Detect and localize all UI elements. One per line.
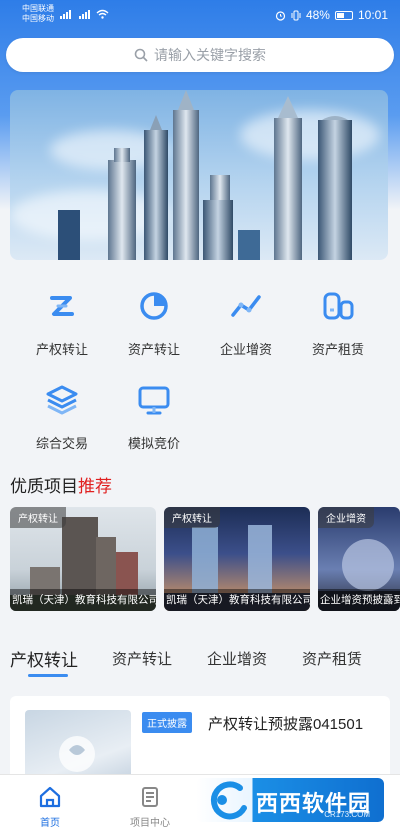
search-icon (134, 48, 148, 62)
z-transfer-icon (50, 296, 74, 316)
carrier-1: 中国联通 (22, 4, 54, 13)
watermark-subtext: CR173.COM (324, 810, 370, 819)
nav-label: 首页 (40, 818, 60, 829)
document-icon (142, 787, 158, 807)
skyline-illustration (58, 90, 352, 260)
grid-label: 企业增资 (219, 342, 272, 357)
grid-item-integrated-trade[interactable]: 综合交易 (16, 382, 108, 452)
carrier-2: 中国移动 (22, 14, 54, 23)
card-tag: 产权转让 (10, 507, 66, 528)
tab-asset-transfer[interactable]: 资产转让 (112, 648, 172, 669)
tab-equity-transfer[interactable]: 产权转让 (10, 646, 78, 671)
grid-item-asset-lease[interactable]: 资产租赁 (292, 288, 384, 358)
grid-label: 模拟竞价 (127, 436, 180, 451)
watermark-logo: 西西软件园 CR173.COM (196, 778, 384, 822)
grid-item-mock-bidding[interactable]: 模拟竞价 (108, 382, 200, 452)
featured-card[interactable]: 企业增资 企业增资预披露到 (318, 507, 400, 611)
card-caption: 凯瑞（天津）教育科技有限公司 (164, 589, 310, 611)
project-title: 产权转让预披露041501 (208, 716, 364, 733)
featured-card[interactable]: 产权转让 凯瑞（天津）教育科技有限公司 (164, 507, 310, 611)
card-caption: 凯瑞（天津）教育科技有限公司 (10, 589, 156, 611)
featured-title-highlight: 推荐 (78, 477, 112, 496)
grid-item-capital-increase[interactable]: 企业增资 (200, 288, 292, 358)
alarm-icon (275, 10, 286, 21)
featured-title: 优质项目推荐 (10, 472, 112, 497)
featured-carousel[interactable]: 产权转让 凯瑞（天津）教育科技有限公司 产权转让 凯瑞（天津）教育科技有限公司 … (10, 507, 400, 611)
banner-image[interactable] (10, 90, 388, 260)
nav-home[interactable]: 首页 (15, 785, 85, 829)
featured-title-main: 优质项目 (10, 477, 78, 496)
monitor-icon (138, 386, 170, 415)
trend-line-icon (231, 295, 261, 317)
carrier-info: 中国联通 中国移动 (22, 4, 54, 24)
status-bar: 中国联通 中国移动 48% 10:01 (0, 0, 400, 32)
nav-project-center[interactable]: 项目中心 (115, 785, 185, 829)
category-tabs: 产权转让 资产转让 企业增资 资产租赁 (10, 648, 400, 678)
grid-label: 综合交易 (35, 436, 88, 451)
card-tag: 企业增资 (318, 507, 374, 528)
grid-label: 资产租赁 (311, 342, 364, 357)
grid-item-equity-transfer[interactable]: 产权转让 (16, 288, 108, 358)
watermark-emblem-icon (210, 781, 247, 820)
featured-card[interactable]: 产权转让 凯瑞（天津）教育科技有限公司 (10, 507, 156, 611)
clock: 10:01 (357, 8, 388, 22)
search-placeholder: 请输入关键字搜索 (154, 47, 266, 63)
card-caption: 企业增资预披露到 (318, 589, 400, 611)
status-badge: 正式披露 (142, 712, 192, 733)
status-right: 48% 10:01 (275, 8, 388, 22)
building-icon (323, 292, 354, 320)
grid-label: 产权转让 (35, 342, 88, 357)
nav-label: 项目中心 (130, 818, 170, 829)
wifi-icon (96, 9, 109, 19)
vibrate-icon (291, 10, 301, 20)
tab-capital-increase[interactable]: 企业增资 (207, 648, 267, 669)
home-icon (39, 786, 61, 808)
pie-chart-icon (140, 292, 168, 320)
signal-icon (60, 9, 109, 19)
grid-label: 资产转让 (127, 342, 180, 357)
battery-icon (334, 10, 353, 20)
active-tab-indicator (28, 674, 68, 677)
tab-asset-lease[interactable]: 资产租赁 (302, 648, 362, 669)
card-tag: 产权转让 (164, 507, 220, 528)
grid-item-asset-transfer[interactable]: 资产转让 (108, 288, 200, 358)
layers-icon (46, 385, 78, 415)
search-bar[interactable]: 请输入关键字搜索 (6, 38, 394, 72)
battery-percent: 48% (305, 8, 330, 22)
